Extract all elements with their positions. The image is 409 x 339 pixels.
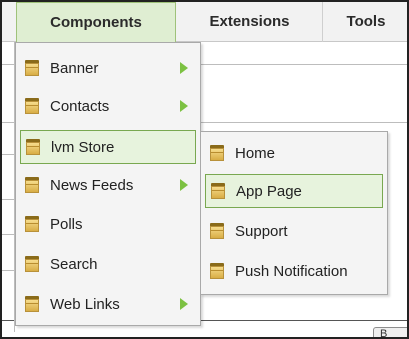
submenu-arrow-icon (180, 298, 188, 310)
folder-icon (25, 177, 39, 193)
menu-item-label: lvm Store (51, 138, 115, 156)
submenu-item-support[interactable]: Support (205, 214, 383, 248)
folder-icon (25, 296, 39, 312)
folder-icon (210, 263, 224, 279)
folder-icon (211, 183, 225, 199)
menu-item-search[interactable]: Search (20, 247, 196, 281)
menu-components[interactable]: Components (16, 2, 176, 42)
folder-icon (25, 98, 39, 114)
bg-line (200, 122, 407, 123)
menu-item-label: Home (235, 144, 276, 162)
menu-item-lvm-store[interactable]: lvm Store (20, 130, 196, 164)
submenu-arrow-icon (180, 179, 188, 191)
submenu-item-home[interactable]: Home (205, 136, 383, 170)
partial-button[interactable]: B (373, 327, 407, 337)
menubar: Components Extensions Tools (2, 2, 407, 42)
submenu-item-push-notification[interactable]: Push Notification (205, 254, 383, 288)
menu-extensions[interactable]: Extensions (177, 2, 323, 42)
menu-item-label: Push Notification (235, 262, 348, 280)
folder-icon (25, 256, 39, 272)
menu-item-label: Polls (50, 215, 83, 233)
components-dropdown: Banner Contacts lvm Store News Feeds Pol… (15, 42, 201, 326)
submenu-arrow-icon (180, 62, 188, 74)
menu-item-polls[interactable]: Polls (20, 207, 196, 241)
menu-item-label: News Feeds (50, 176, 134, 194)
folder-icon (210, 145, 224, 161)
menu-tools[interactable]: Tools (323, 2, 407, 42)
folder-icon (25, 60, 39, 76)
submenu-arrow-icon (180, 100, 188, 112)
menu-item-label: Web Links (50, 295, 120, 313)
menu-item-label: Banner (50, 59, 99, 77)
menu-item-banner[interactable]: Banner (20, 51, 196, 85)
folder-icon (26, 139, 40, 155)
bg-line (200, 64, 407, 65)
lvm-store-submenu: Home App Page Support Push Notification (200, 131, 388, 295)
menu-item-label: App Page (236, 182, 302, 200)
menu-item-label: Contacts (50, 97, 110, 115)
window-frame: Components Extensions Tools Banner Conta… (0, 0, 409, 339)
folder-icon (25, 216, 39, 232)
menu-item-label: Support (235, 222, 288, 240)
folder-icon (210, 223, 224, 239)
menu-item-label: Search (50, 255, 98, 273)
menu-item-contacts[interactable]: Contacts (20, 89, 196, 123)
menu-item-news-feeds[interactable]: News Feeds (20, 168, 196, 202)
menu-item-web-links[interactable]: Web Links (20, 287, 196, 321)
submenu-item-app-page[interactable]: App Page (205, 174, 383, 208)
